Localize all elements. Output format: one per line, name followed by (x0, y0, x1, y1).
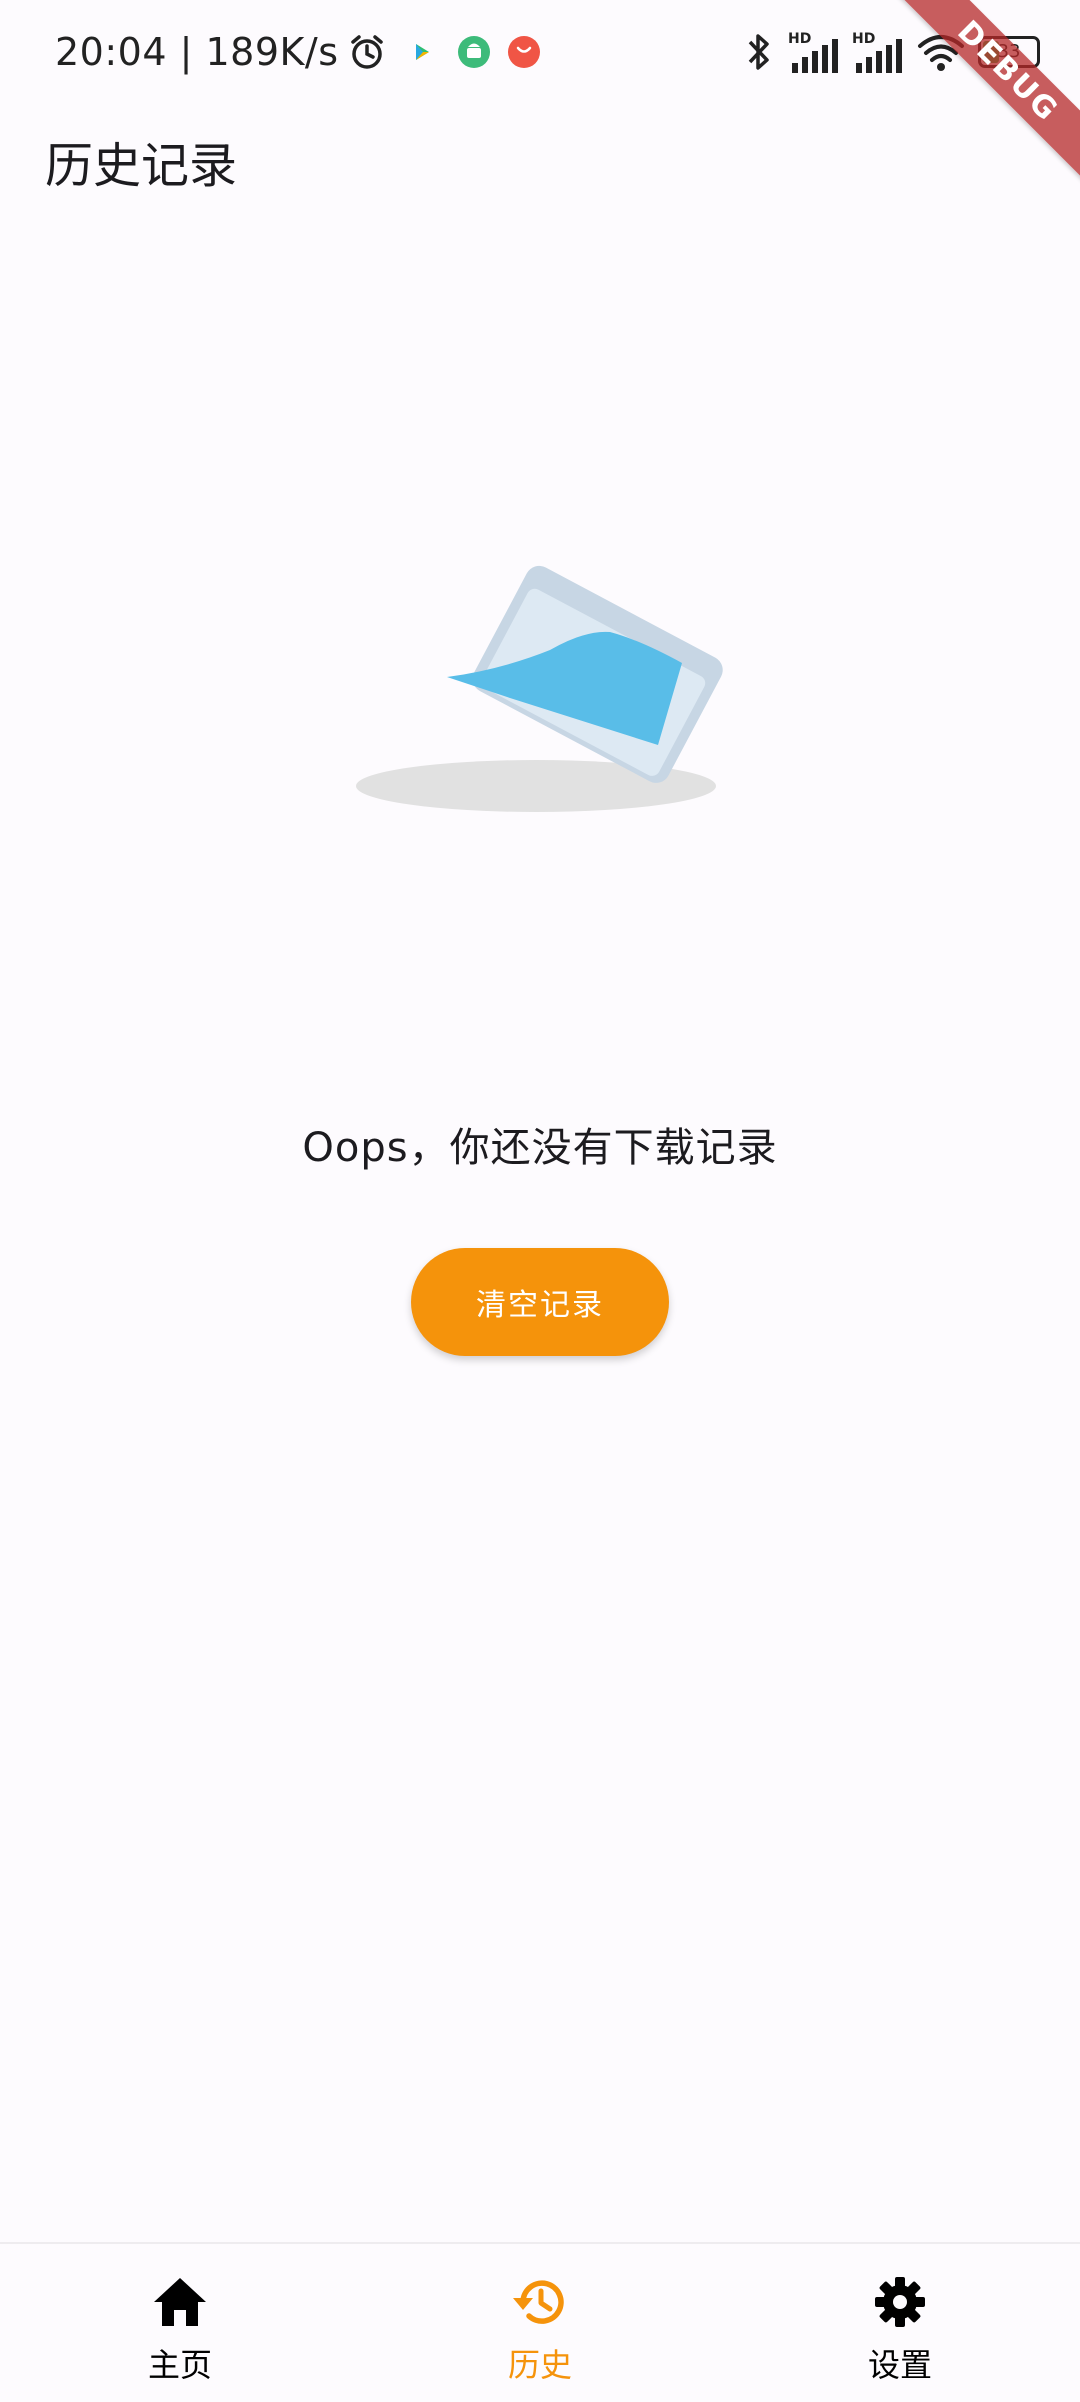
bottom-navigation: 主页 历史 设置 (0, 2242, 1080, 2402)
nav-label-history: 历史 (507, 2346, 572, 2384)
nav-item-history[interactable]: 历史 (360, 2244, 720, 2402)
notification-icon (507, 36, 540, 68)
status-bar: 20:04 | 189K/s HD HD (0, 0, 1080, 104)
svg-text:HD: HD (788, 31, 811, 47)
empty-message: Oops，你还没有下载记录 (302, 1125, 778, 1171)
page-title: 历史记录 (45, 138, 238, 194)
status-left: 20:04 | 189K/s (55, 22, 541, 82)
empty-box-illustration (356, 565, 723, 812)
nav-label-home: 主页 (147, 2346, 212, 2384)
nav-label-settings: 设置 (867, 2346, 932, 2384)
nav-item-settings[interactable]: 设置 (720, 2244, 1080, 2402)
clear-history-button[interactable]: 清空记录 (411, 1248, 669, 1356)
app-bar: 历史记录 (0, 104, 1080, 214)
alarm-icon (350, 35, 383, 69)
signal-hd-icon: HD (852, 31, 902, 73)
settings-icon (875, 2277, 925, 2327)
bluetooth-icon (748, 34, 769, 70)
history-icon (513, 2280, 564, 2324)
signal-hd-icon: HD (788, 31, 838, 73)
home-icon (154, 2278, 206, 2326)
svg-text:HD: HD (852, 31, 875, 47)
android-icon (457, 36, 490, 68)
clear-history-button-label: 清空记录 (476, 1288, 604, 1323)
play-store-icon (415, 44, 429, 60)
nav-item-home[interactable]: 主页 (0, 2244, 360, 2402)
status-time-speed: 20:04 | 189K/s (55, 30, 339, 74)
